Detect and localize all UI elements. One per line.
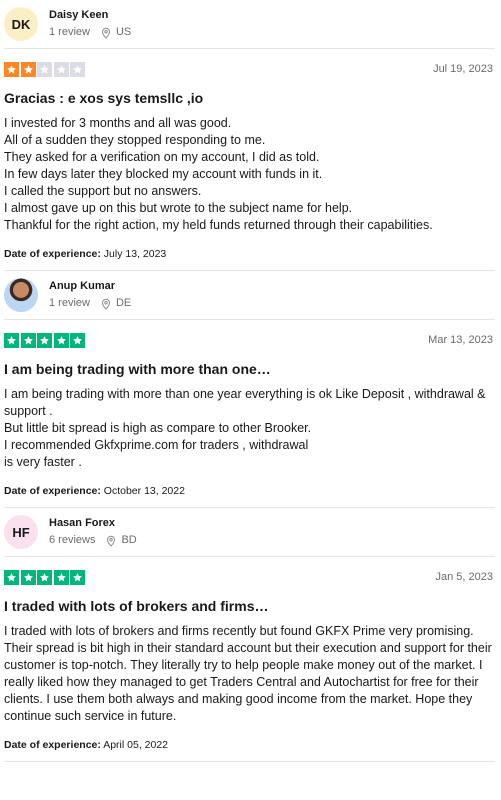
reviewer-name[interactable]: Anup Kumar bbox=[49, 280, 131, 292]
star-icon bbox=[53, 569, 69, 585]
date-of-experience: Date of experience: July 13, 2023 bbox=[4, 248, 167, 260]
review-line: All of a sudden they stopped responding … bbox=[4, 133, 266, 147]
review-count: 6 reviews bbox=[49, 534, 96, 546]
review-line: I traded with lots of brokers and firms … bbox=[4, 624, 492, 723]
star-icon bbox=[4, 61, 19, 77]
review-line: Thankful for the right action, my held f… bbox=[4, 218, 433, 232]
review-line: I recommended Gkfxprime.com for traders … bbox=[4, 438, 309, 452]
star-icon bbox=[70, 332, 85, 348]
review-date: Jul 19, 2023 bbox=[433, 63, 493, 75]
location-pin-icon bbox=[95, 535, 121, 547]
review-count: 1 review bbox=[49, 26, 90, 38]
review-count: 1 review bbox=[49, 297, 90, 309]
reviewer-header: HF Hasan Forex 6 reviews BD bbox=[4, 508, 495, 556]
review-line: I called the support but no answers. bbox=[4, 184, 202, 198]
review-line: is very faster . bbox=[4, 455, 82, 469]
star-rating bbox=[4, 61, 87, 77]
star-icon bbox=[4, 569, 19, 585]
star-icon bbox=[20, 332, 36, 348]
star-icon bbox=[20, 61, 36, 77]
review-title[interactable]: I traded with lots of brokers and firms… bbox=[4, 597, 495, 615]
star-icon bbox=[37, 332, 52, 348]
date-of-experience: Date of experience: October 13, 2022 bbox=[4, 485, 185, 497]
star-rating bbox=[4, 569, 87, 585]
reviewer-country: DE bbox=[115, 297, 132, 309]
avatar[interactable]: DK bbox=[4, 7, 38, 41]
star-icon bbox=[53, 332, 69, 348]
star-icon bbox=[4, 332, 19, 348]
reviewer-country: BD bbox=[121, 534, 137, 546]
star-icon bbox=[70, 569, 85, 585]
review-line: But little bit spread is high as compare… bbox=[4, 421, 312, 435]
star-icon bbox=[37, 569, 52, 585]
review-title[interactable]: I am being trading with more than one… bbox=[4, 360, 495, 378]
review-title[interactable]: Gracias : e xos sys temsllc ,io bbox=[4, 89, 495, 107]
review-card: Anup Kumar 1 review DE Mar 13, 2023 I am… bbox=[0, 271, 501, 508]
review-line: I invested for 3 months and all was good… bbox=[4, 116, 232, 130]
avatar[interactable] bbox=[4, 278, 38, 312]
review-line: In few days later they blocked my accoun… bbox=[4, 167, 323, 181]
reviews-list: DK Daisy Keen 1 review US Jul 19, 2023 G… bbox=[0, 0, 501, 762]
review-line: I am being trading with more than one ye… bbox=[4, 387, 486, 418]
reviewer-header: Anup Kumar 1 review DE bbox=[4, 271, 495, 319]
avatar[interactable]: HF bbox=[4, 515, 38, 549]
location-pin-icon bbox=[90, 27, 116, 39]
location-pin-icon bbox=[90, 298, 116, 310]
star-rating bbox=[4, 332, 87, 348]
review-card: HF Hasan Forex 6 reviews BD Jan 5, 2023 … bbox=[0, 508, 501, 762]
reviewer-country: US bbox=[115, 26, 132, 38]
reviewer-name[interactable]: Daisy Keen bbox=[49, 9, 131, 21]
star-icon bbox=[37, 61, 52, 77]
review-card: DK Daisy Keen 1 review US Jul 19, 2023 G… bbox=[0, 0, 501, 271]
review-line: They asked for a verification on my acco… bbox=[4, 150, 320, 164]
star-icon bbox=[70, 61, 85, 77]
review-date: Jan 5, 2023 bbox=[435, 571, 494, 583]
review-body: I invested for 3 months and all was good… bbox=[4, 115, 495, 234]
review-body: I am being trading with more than one ye… bbox=[4, 386, 495, 471]
star-icon bbox=[53, 61, 69, 77]
date-of-experience: Date of experience: April 05, 2022 bbox=[4, 739, 169, 751]
review-date: Mar 13, 2023 bbox=[428, 334, 493, 346]
reviewer-name[interactable]: Hasan Forex bbox=[49, 517, 137, 529]
divider bbox=[4, 761, 495, 762]
star-icon bbox=[20, 569, 36, 585]
review-body: I traded with lots of brokers and firms … bbox=[4, 623, 495, 725]
review-line: I almost gave up on this but wrote to th… bbox=[4, 201, 353, 215]
reviewer-header: DK Daisy Keen 1 review US bbox=[4, 0, 495, 48]
